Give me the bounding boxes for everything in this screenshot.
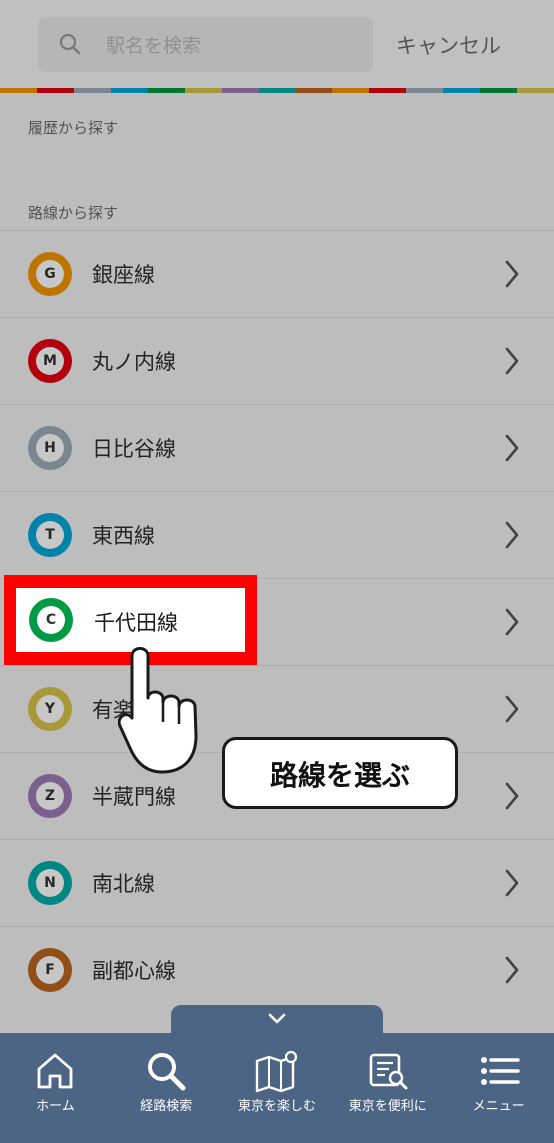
pointing-hand-icon: [118, 647, 198, 774]
screen: 駅名を検索 キャンセル 履歴から探す 路線から探す G 銀座線 M 丸ノ内線 H 日比谷線…: [0, 0, 554, 1143]
menu-icon: [480, 1057, 520, 1085]
line-name: 千代田線: [94, 611, 178, 635]
search-icon: [148, 1053, 186, 1091]
tab-enjoy-tokyo[interactable]: 東京を楽しむ: [222, 1033, 333, 1143]
tab-label: 東京を便利に: [348, 1099, 427, 1114]
chevron-down-icon: [268, 1013, 286, 1024]
home-icon: [37, 1053, 73, 1089]
line-code: C: [37, 606, 65, 634]
tab-menu[interactable]: メニュー: [443, 1033, 554, 1143]
bottom-tab-bar: ホーム 経路検索 東京を楽しむ 東京を便利に メニュー: [0, 1033, 554, 1143]
tab-label: 東京を楽しむ: [237, 1099, 316, 1114]
tab-label: メニュー: [472, 1099, 525, 1114]
tab-convenient-tokyo[interactable]: 東京を便利に: [332, 1033, 443, 1143]
instruction-callout: 路線を選ぶ: [222, 737, 458, 809]
tab-label: 経路検索: [140, 1099, 193, 1114]
dim-overlay: [0, 0, 554, 1033]
tab-home[interactable]: ホーム: [0, 1033, 111, 1143]
map-icon: [255, 1050, 298, 1093]
guide-icon: [369, 1053, 408, 1090]
line-badge: C: [29, 598, 73, 642]
tab-route-search[interactable]: 経路検索: [111, 1033, 222, 1143]
tab-label: ホーム: [36, 1099, 75, 1114]
callout-text: 路線を選ぶ: [269, 759, 410, 792]
